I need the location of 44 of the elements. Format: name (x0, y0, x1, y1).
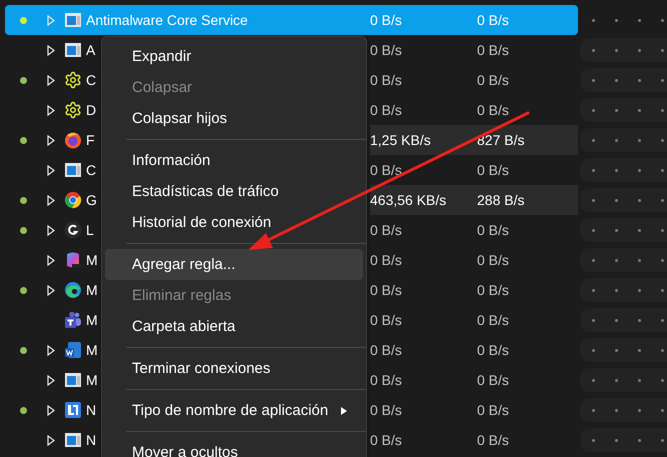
upload-rate: 0 B/s (477, 222, 510, 238)
upload-rate: 0 B/s (477, 252, 510, 268)
app-name: L (86, 222, 94, 238)
app-name: M (86, 342, 98, 358)
download-rate: 0 B/s (370, 162, 403, 178)
download-rate: 0 B/s (370, 342, 403, 358)
download-rate: 0 B/s (370, 12, 403, 28)
upload-rate: 288 B/s (477, 192, 526, 208)
download-rate: 1,25 KB/s (370, 132, 432, 148)
upload-rate: 0 B/s (477, 432, 510, 448)
download-rate: 0 B/s (370, 72, 403, 88)
download-rate: 0 B/s (370, 42, 403, 58)
upload-rate: 0 B/s (477, 162, 510, 178)
download-rate: 0 B/s (370, 312, 403, 328)
upload-rate: 0 B/s (477, 72, 510, 88)
upload-rate: 0 B/s (477, 342, 510, 358)
download-rate: 0 B/s (370, 372, 403, 388)
app-name: M (86, 252, 98, 268)
upload-rate: 0 B/s (477, 402, 510, 418)
download-rate: 0 B/s (370, 102, 403, 118)
upload-rate: 0 B/s (477, 312, 510, 328)
download-rate: 0 B/s (370, 432, 403, 448)
app-name: M (86, 372, 98, 388)
download-rate: 0 B/s (370, 222, 403, 238)
download-rate: 0 B/s (370, 252, 403, 268)
app-name: C (86, 72, 96, 88)
upload-rate: 0 B/s (477, 282, 510, 298)
app-name: Antimalware Core Service (86, 12, 248, 28)
download-rate: 0 B/s (370, 282, 403, 298)
upload-rate: 0 B/s (477, 12, 510, 28)
upload-rate: 0 B/s (477, 42, 510, 58)
app-name: N (86, 432, 96, 448)
app-name: N (86, 402, 96, 418)
app-name: M (86, 312, 98, 328)
upload-rate: 0 B/s (477, 372, 510, 388)
download-rate: 463,56 KB/s (370, 192, 448, 208)
app-name: C (86, 162, 96, 178)
app-name: F (86, 132, 95, 148)
app-name: M (86, 282, 98, 298)
app-name: D (86, 102, 96, 118)
app-name: A (86, 42, 96, 58)
upload-rate: 0 B/s (477, 102, 510, 118)
download-rate: 0 B/s (370, 402, 403, 418)
app-name: G (86, 192, 97, 208)
